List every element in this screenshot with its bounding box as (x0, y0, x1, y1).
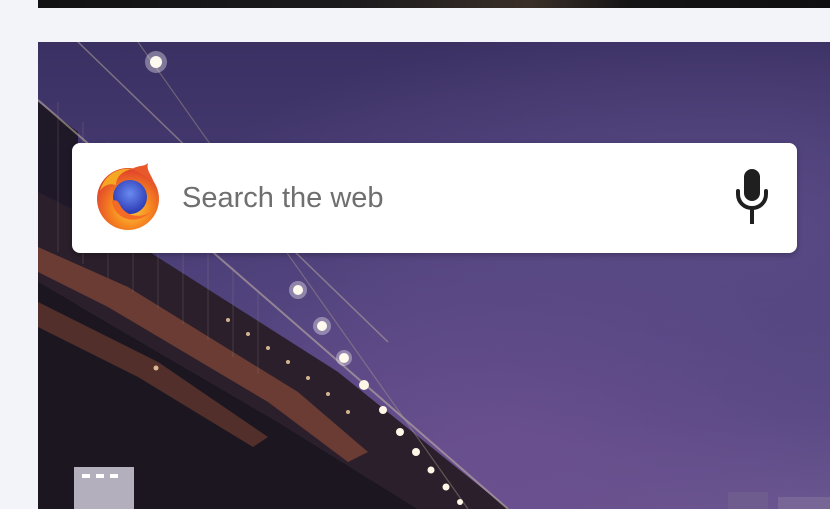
top-image-strip (38, 0, 830, 8)
search-widget[interactable] (72, 143, 797, 253)
microphone-icon[interactable] (733, 167, 771, 229)
firefox-logo-icon[interactable] (92, 161, 164, 233)
home-screen-wallpaper (38, 42, 830, 509)
search-input[interactable] (182, 173, 702, 223)
bridge-night-scene (38, 42, 830, 509)
